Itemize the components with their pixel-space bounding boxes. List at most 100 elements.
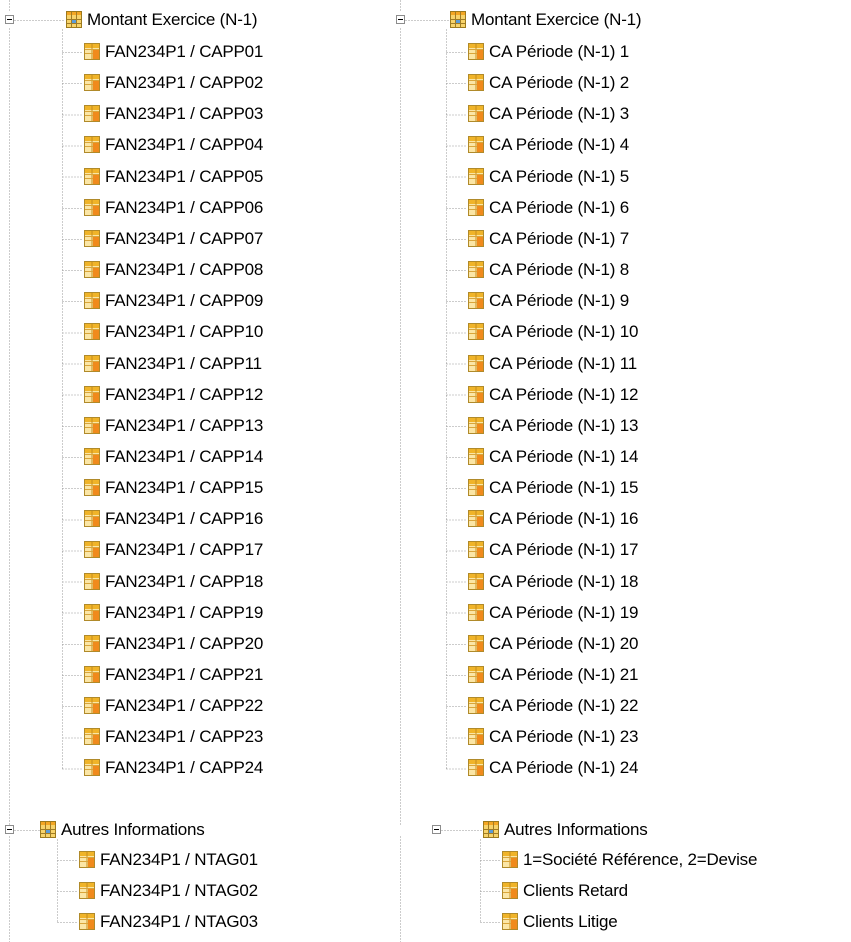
table-field-icon: [468, 572, 484, 590]
collapse-toggle-icon[interactable]: [5, 15, 14, 24]
table-field-icon: [468, 416, 484, 434]
table-field-icon: [468, 728, 484, 746]
tree-item-label[interactable]: CA Période (N-1) 10: [489, 321, 638, 343]
table-field-icon: [84, 261, 100, 279]
tree-item-label[interactable]: FAN234P1 / CAPP01: [105, 41, 263, 63]
table-field-icon: [468, 261, 484, 279]
tree-item-label[interactable]: FAN234P1 / NTAG01: [100, 849, 258, 871]
tree-item-label[interactable]: CA Période (N-1) 9: [489, 290, 629, 312]
table-field-icon: [84, 229, 100, 247]
tree-item-label[interactable]: FAN234P1 / CAPP13: [105, 415, 263, 437]
tree-item-label[interactable]: CA Période (N-1) 6: [489, 197, 629, 219]
tree-item-label[interactable]: CA Période (N-1) 8: [489, 259, 629, 281]
tree-item-label[interactable]: CA Période (N-1) 11: [489, 353, 637, 375]
table-field-icon: [468, 323, 484, 341]
tree-item-label[interactable]: FAN234P1 / CAPP21: [105, 664, 263, 686]
tree-item-label[interactable]: CA Période (N-1) 21: [489, 664, 638, 686]
table-field-icon: [468, 697, 484, 715]
group-label[interactable]: Autres Informations: [504, 819, 648, 841]
tree-item-label[interactable]: FAN234P1 / CAPP15: [105, 477, 263, 499]
tree-item-label[interactable]: FAN234P1 / CAPP10: [105, 321, 263, 343]
tree-item-label[interactable]: FAN234P1 / CAPP02: [105, 72, 263, 94]
tree-item-label[interactable]: FAN234P1 / CAPP20: [105, 633, 263, 655]
table-field-icon: [468, 198, 484, 216]
tree-item-label[interactable]: CA Période (N-1) 4: [489, 134, 629, 156]
tree-item-label[interactable]: CA Période (N-1) 18: [489, 571, 638, 593]
table-group-icon: [483, 821, 499, 838]
table-field-icon: [468, 105, 484, 123]
tree-item-label[interactable]: FAN234P1 / CAPP12: [105, 384, 263, 406]
tree-item-label[interactable]: FAN234P1 / CAPP18: [105, 571, 263, 593]
group-label[interactable]: Montant Exercice (N-1): [471, 9, 642, 31]
tree-item-label[interactable]: CA Période (N-1) 23: [489, 726, 638, 748]
table-group-icon: [40, 821, 56, 838]
table-field-icon: [84, 323, 100, 341]
group-label[interactable]: Montant Exercice (N-1): [87, 9, 258, 31]
tree-item-label[interactable]: CA Période (N-1) 20: [489, 633, 638, 655]
tree-item-label[interactable]: FAN234P1 / CAPP09: [105, 290, 263, 312]
tree-item-label[interactable]: CA Période (N-1) 3: [489, 103, 629, 125]
collapse-toggle-icon[interactable]: [5, 825, 14, 834]
tree-item-label[interactable]: CA Période (N-1) 19: [489, 602, 638, 624]
tree-item-label[interactable]: CA Période (N-1) 1: [489, 41, 629, 63]
table-group-icon: [450, 11, 466, 28]
tree-item-label[interactable]: FAN234P1 / NTAG02: [100, 880, 258, 902]
tree-item-label[interactable]: FAN234P1 / NTAG03: [100, 911, 258, 933]
tree-item-label[interactable]: CA Période (N-1) 12: [489, 384, 638, 406]
tree-item-label[interactable]: CA Période (N-1) 24: [489, 757, 638, 779]
tree-item-label[interactable]: FAN234P1 / CAPP11: [105, 353, 262, 375]
tree-item-label[interactable]: CA Période (N-1) 7: [489, 228, 629, 250]
table-field-icon: [468, 634, 484, 652]
table-field-icon: [502, 882, 518, 899]
table-field-icon: [468, 666, 484, 683]
tree-item-label[interactable]: CA Période (N-1) 14: [489, 446, 638, 468]
tree-item-label[interactable]: Clients Retard: [523, 880, 628, 902]
table-field-icon: [84, 74, 100, 92]
tree-item-label[interactable]: CA Période (N-1) 15: [489, 477, 638, 499]
tree-item-label[interactable]: FAN234P1 / CAPP07: [105, 228, 263, 250]
table-field-icon: [468, 354, 484, 372]
tree-item-label[interactable]: FAN234P1 / CAPP03: [105, 103, 263, 125]
table-field-icon: [468, 385, 484, 403]
table-field-icon: [84, 447, 100, 465]
table-field-icon: [84, 479, 100, 497]
table-field-icon: [468, 167, 484, 185]
table-field-icon: [468, 479, 484, 497]
tree-item-label[interactable]: CA Période (N-1) 17: [489, 539, 638, 561]
tree-item-label[interactable]: CA Période (N-1) 22: [489, 695, 638, 717]
tree-item-label[interactable]: FAN234P1 / CAPP23: [105, 726, 263, 748]
table-field-icon: [79, 913, 95, 930]
collapse-toggle-icon[interactable]: [396, 15, 405, 24]
tree-item-label[interactable]: FAN234P1 / CAPP08: [105, 259, 263, 281]
table-field-icon: [84, 510, 100, 528]
table-field-icon: [468, 603, 484, 621]
tree-item-label[interactable]: FAN234P1 / CAPP14: [105, 446, 263, 468]
table-field-icon: [468, 136, 484, 154]
tree-item-label[interactable]: FAN234P1 / CAPP24: [105, 757, 263, 779]
table-field-icon: [502, 913, 518, 930]
tree-item-label[interactable]: FAN234P1 / CAPP17: [105, 539, 263, 561]
table-field-icon: [84, 167, 100, 185]
table-field-icon: [84, 603, 100, 621]
tree-item-label[interactable]: FAN234P1 / CAPP19: [105, 602, 263, 624]
tree-item-label[interactable]: CA Période (N-1) 5: [489, 166, 629, 188]
tree-item-label[interactable]: FAN234P1 / CAPP16: [105, 508, 263, 530]
tree-item-label[interactable]: FAN234P1 / CAPP05: [105, 166, 263, 188]
collapse-toggle-icon[interactable]: [432, 825, 441, 834]
table-group-icon: [66, 11, 82, 28]
table-field-icon: [84, 385, 100, 403]
tree-item-label[interactable]: CA Période (N-1) 2: [489, 72, 629, 94]
tree-item-label[interactable]: CA Période (N-1) 13: [489, 415, 638, 437]
table-field-icon: [84, 759, 100, 777]
table-field-icon: [79, 851, 95, 868]
group-label[interactable]: Autres Informations: [61, 819, 205, 841]
tree-item-label[interactable]: Clients Litige: [523, 911, 618, 933]
table-field-icon: [84, 354, 100, 372]
table-field-icon: [84, 666, 100, 683]
table-field-icon: [84, 541, 100, 559]
tree-item-label[interactable]: FAN234P1 / CAPP04: [105, 134, 263, 156]
tree-item-label[interactable]: 1=Société Référence, 2=Devise: [523, 849, 757, 871]
tree-item-label[interactable]: FAN234P1 / CAPP06: [105, 197, 263, 219]
tree-item-label[interactable]: CA Période (N-1) 16: [489, 508, 638, 530]
tree-item-label[interactable]: FAN234P1 / CAPP22: [105, 695, 263, 717]
